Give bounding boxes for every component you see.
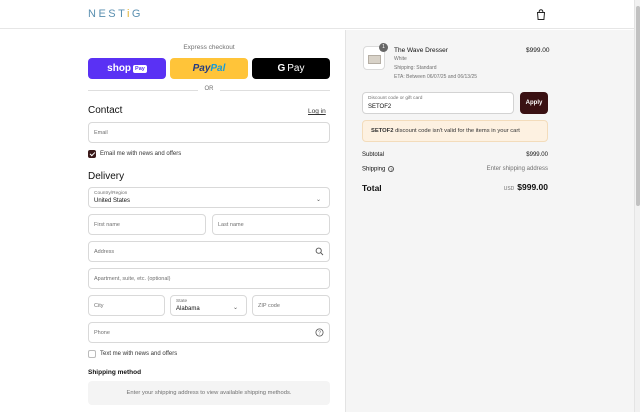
google-pay-button[interactable]: G Pay <box>252 58 330 79</box>
search-icon <box>315 247 324 256</box>
chevron-down-icon: ⌄ <box>315 197 321 203</box>
product-eta: ETA: Between 06/07/25 and 06/13/25 <box>394 74 478 80</box>
login-link[interactable]: Log in <box>308 108 326 115</box>
checkout-form: Express checkout shop Pay Pay Pal G Pay OR … <box>0 30 345 412</box>
first-name-field[interactable]: First name <box>88 214 206 235</box>
state-select[interactable]: State Alabama ⌄ <box>170 295 247 316</box>
express-checkout-title: Express checkout <box>183 44 235 51</box>
product-shipping: Shipping: Standard <box>394 65 437 71</box>
contact-heading: Contact <box>88 105 123 116</box>
newsletter-checkbox[interactable] <box>88 149 96 158</box>
product-price: $999.00 <box>526 47 550 54</box>
order-summary: 1 The Wave Dresser White Shipping: Stand… <box>345 30 634 412</box>
chevron-down-icon: ⌄ <box>232 305 238 311</box>
shipping-row: Shipping? Enter shipping address <box>362 166 548 173</box>
shopping-bag-icon[interactable] <box>536 9 546 20</box>
discount-error-message: SETOF2 discount code isn't valid for the… <box>362 120 548 142</box>
scrollbar-thumb[interactable] <box>636 6 640 206</box>
last-name-field[interactable]: Last name <box>212 214 330 235</box>
product-thumbnail: 1 <box>363 43 388 70</box>
sms-checkbox[interactable] <box>88 349 96 358</box>
product-variant: White <box>394 56 407 62</box>
subtotal-row: Subtotal $999.00 <box>362 152 548 158</box>
shipping-method-heading: Shipping method <box>88 369 142 376</box>
logo[interactable]: NESTiG <box>88 8 143 20</box>
phone-field[interactable]: Phone ? <box>88 322 330 343</box>
newsletter-label: Email me with news and offers <box>100 150 182 157</box>
header: NESTiG <box>0 0 634 29</box>
city-field[interactable]: City <box>88 295 165 316</box>
shipping-method-placeholder: Enter your shipping address to view avai… <box>88 381 330 405</box>
discount-code-field[interactable]: Discount code or gift card SETOF2 <box>362 92 514 114</box>
scrollbar[interactable] <box>634 0 640 412</box>
shop-pay-button[interactable]: shop Pay <box>88 58 166 79</box>
country-select[interactable]: Country/Region United States ⌄ <box>88 187 330 208</box>
quantity-badge: 1 <box>379 43 388 52</box>
delivery-heading: Delivery <box>88 171 125 182</box>
zip-field[interactable]: ZIP code <box>252 295 330 316</box>
help-icon[interactable]: ? <box>315 328 324 337</box>
or-divider: OR <box>88 86 330 94</box>
help-icon[interactable]: ? <box>388 166 395 172</box>
svg-text:?: ? <box>318 330 321 336</box>
apartment-field[interactable]: Apartment, suite, etc. (optional) <box>88 268 330 289</box>
total-row: Total USD $999.00 <box>362 182 548 193</box>
product-name: The Wave Dresser <box>394 47 448 54</box>
apply-discount-button[interactable]: Apply <box>520 92 548 114</box>
sms-label: Text me with news and offers <box>100 350 178 357</box>
newsletter-checkbox-row[interactable]: Email me with news and offers <box>88 149 181 158</box>
paypal-button[interactable]: Pay Pal <box>170 58 248 79</box>
email-field[interactable]: Email <box>88 122 330 143</box>
sms-checkbox-row[interactable]: Text me with news and offers <box>88 349 177 358</box>
address-field[interactable]: Address <box>88 241 330 262</box>
